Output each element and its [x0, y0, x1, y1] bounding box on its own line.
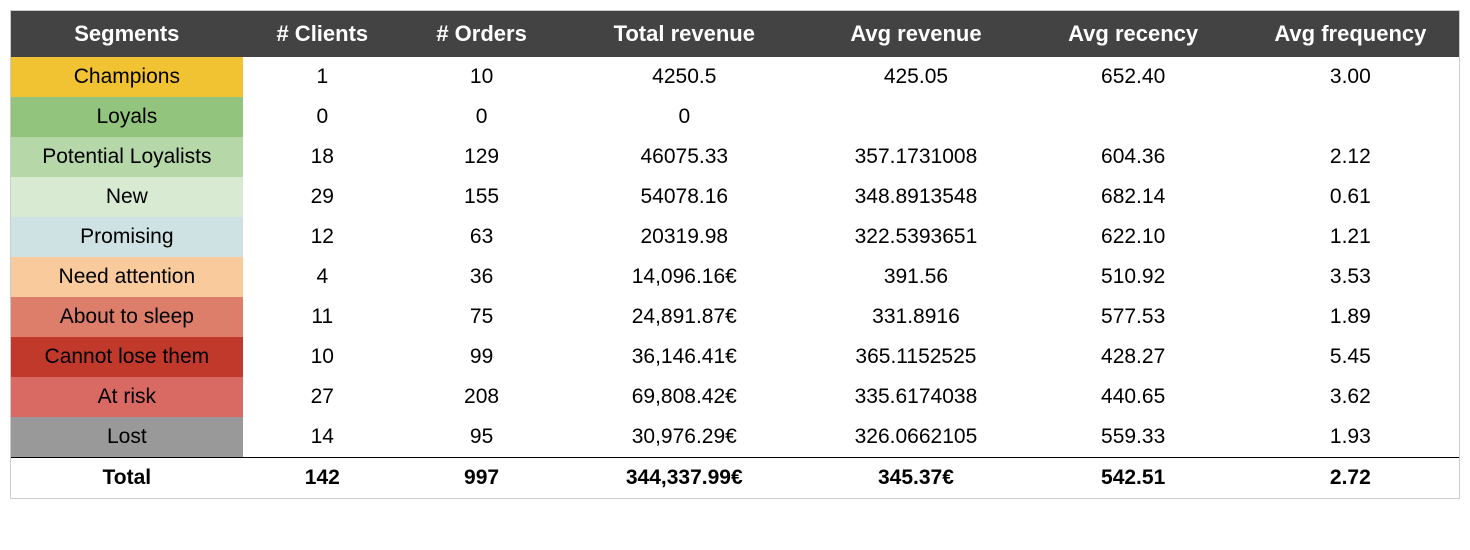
- cell-total_revenue: 20319.98: [561, 217, 807, 257]
- cell-avg_recency: [1025, 97, 1242, 137]
- table-row: Need attention43614,096.16€391.56510.923…: [11, 257, 1459, 297]
- cell-clients: 29: [243, 177, 402, 217]
- cell-clients: 0: [243, 97, 402, 137]
- segments-table: Segments # Clients # Orders Total revenu…: [11, 11, 1459, 498]
- total-label: Total: [11, 458, 243, 499]
- cell-avg_frequency: [1242, 97, 1459, 137]
- header-total-revenue: Total revenue: [561, 11, 807, 57]
- cell-avg_revenue: 357.1731008: [807, 137, 1024, 177]
- header-orders: # Orders: [402, 11, 561, 57]
- cell-avg_frequency: 5.45: [1242, 337, 1459, 377]
- header-avg-recency: Avg recency: [1025, 11, 1242, 57]
- cell-avg_revenue: 425.05: [807, 57, 1024, 97]
- cell-avg_recency: 682.14: [1025, 177, 1242, 217]
- cell-total_revenue: 36,146.41€: [561, 337, 807, 377]
- cell-avg_frequency: 2.12: [1242, 137, 1459, 177]
- cell-clients: 27: [243, 377, 402, 417]
- cell-avg_recency: 577.53: [1025, 297, 1242, 337]
- table-row: Lost149530,976.29€326.0662105559.331.93: [11, 417, 1459, 458]
- cell-orders: 129: [402, 137, 561, 177]
- cell-clients: 4: [243, 257, 402, 297]
- cell-total_revenue: 24,891.87€: [561, 297, 807, 337]
- total-orders: 997: [402, 458, 561, 499]
- cell-clients: 1: [243, 57, 402, 97]
- table-row: Loyals000: [11, 97, 1459, 137]
- total-avg-recency: 542.51: [1025, 458, 1242, 499]
- cell-avg_recency: 428.27: [1025, 337, 1242, 377]
- cell-total_revenue: 69,808.42€: [561, 377, 807, 417]
- cell-orders: 99: [402, 337, 561, 377]
- cell-clients: 11: [243, 297, 402, 337]
- cell-segment: About to sleep: [11, 297, 243, 337]
- cell-segment: Cannot lose them: [11, 337, 243, 377]
- table-header-row: Segments # Clients # Orders Total revenu…: [11, 11, 1459, 57]
- cell-avg_frequency: 1.21: [1242, 217, 1459, 257]
- total-row: Total 142 997 344,337.99€ 345.37€ 542.51…: [11, 458, 1459, 499]
- cell-avg_frequency: 3.53: [1242, 257, 1459, 297]
- total-avg-revenue: 345.37€: [807, 458, 1024, 499]
- cell-avg_revenue: [807, 97, 1024, 137]
- total-clients: 142: [243, 458, 402, 499]
- cell-orders: 208: [402, 377, 561, 417]
- cell-clients: 18: [243, 137, 402, 177]
- cell-segment: Potential Loyalists: [11, 137, 243, 177]
- cell-avg_recency: 622.10: [1025, 217, 1242, 257]
- header-avg-frequency: Avg frequency: [1242, 11, 1459, 57]
- table-row: About to sleep117524,891.87€331.8916577.…: [11, 297, 1459, 337]
- cell-avg_frequency: 1.93: [1242, 417, 1459, 458]
- header-clients: # Clients: [243, 11, 402, 57]
- cell-total_revenue: 46075.33: [561, 137, 807, 177]
- cell-avg_revenue: 391.56: [807, 257, 1024, 297]
- table-row: Cannot lose them109936,146.41€365.115252…: [11, 337, 1459, 377]
- header-segments: Segments: [11, 11, 243, 57]
- cell-avg_frequency: 0.61: [1242, 177, 1459, 217]
- total-revenue: 344,337.99€: [561, 458, 807, 499]
- cell-avg_revenue: 322.5393651: [807, 217, 1024, 257]
- total-avg-frequency: 2.72: [1242, 458, 1459, 499]
- cell-avg_revenue: 326.0662105: [807, 417, 1024, 458]
- cell-orders: 36: [402, 257, 561, 297]
- segments-table-container: Segments # Clients # Orders Total revenu…: [10, 10, 1460, 499]
- cell-avg_frequency: 1.89: [1242, 297, 1459, 337]
- table-row: Promising126320319.98322.5393651622.101.…: [11, 217, 1459, 257]
- cell-segment: At risk: [11, 377, 243, 417]
- table-row: Potential Loyalists1812946075.33357.1731…: [11, 137, 1459, 177]
- cell-total_revenue: 4250.5: [561, 57, 807, 97]
- table-row: New2915554078.16348.8913548682.140.61: [11, 177, 1459, 217]
- cell-avg_recency: 510.92: [1025, 257, 1242, 297]
- cell-avg_frequency: 3.00: [1242, 57, 1459, 97]
- cell-segment: Champions: [11, 57, 243, 97]
- cell-avg_recency: 559.33: [1025, 417, 1242, 458]
- cell-segment: New: [11, 177, 243, 217]
- cell-segment: Need attention: [11, 257, 243, 297]
- cell-avg_frequency: 3.62: [1242, 377, 1459, 417]
- cell-orders: 75: [402, 297, 561, 337]
- cell-avg_recency: 440.65: [1025, 377, 1242, 417]
- cell-segment: Promising: [11, 217, 243, 257]
- cell-clients: 12: [243, 217, 402, 257]
- cell-orders: 10: [402, 57, 561, 97]
- cell-total_revenue: 0: [561, 97, 807, 137]
- cell-total_revenue: 14,096.16€: [561, 257, 807, 297]
- cell-avg_revenue: 365.1152525: [807, 337, 1024, 377]
- cell-orders: 95: [402, 417, 561, 458]
- table-row: At risk2720869,808.42€335.6174038440.653…: [11, 377, 1459, 417]
- cell-total_revenue: 30,976.29€: [561, 417, 807, 458]
- cell-avg_revenue: 335.6174038: [807, 377, 1024, 417]
- cell-segment: Loyals: [11, 97, 243, 137]
- cell-total_revenue: 54078.16: [561, 177, 807, 217]
- cell-clients: 10: [243, 337, 402, 377]
- header-avg-revenue: Avg revenue: [807, 11, 1024, 57]
- cell-orders: 63: [402, 217, 561, 257]
- cell-orders: 0: [402, 97, 561, 137]
- cell-orders: 155: [402, 177, 561, 217]
- cell-avg_recency: 604.36: [1025, 137, 1242, 177]
- cell-avg_revenue: 348.8913548: [807, 177, 1024, 217]
- cell-segment: Lost: [11, 417, 243, 458]
- table-row: Champions1104250.5425.05652.403.00: [11, 57, 1459, 97]
- cell-avg_revenue: 331.8916: [807, 297, 1024, 337]
- cell-avg_recency: 652.40: [1025, 57, 1242, 97]
- cell-clients: 14: [243, 417, 402, 458]
